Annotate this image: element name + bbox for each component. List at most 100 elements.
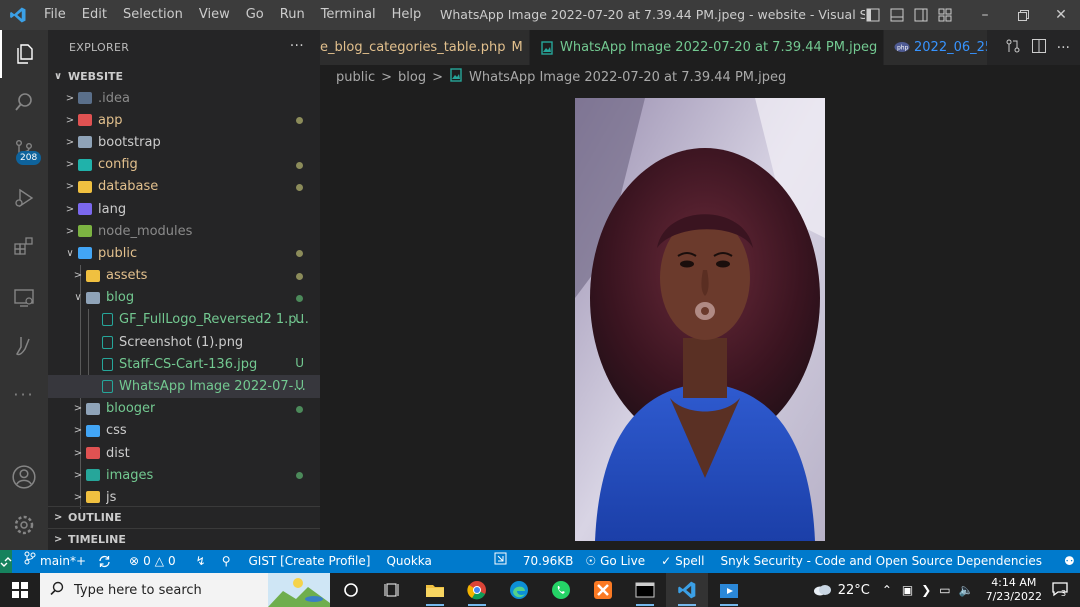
file-item[interactable]: Screenshot (1).png (48, 331, 320, 353)
menu-help[interactable]: Help (384, 0, 430, 30)
chevron-right-icon: > (65, 181, 75, 193)
branch-indicator[interactable]: main*+ (18, 550, 92, 573)
menu-file[interactable]: File (36, 0, 74, 30)
toggle-panel-icon[interactable] (888, 6, 906, 24)
xampp-icon[interactable] (582, 573, 624, 607)
folder-item[interactable]: > css (48, 420, 320, 442)
tab-whatsapp-image[interactable]: WhatsApp Image 2022-07-20 at 7.39.44 PM.… (530, 30, 884, 65)
media-player-icon[interactable] (708, 573, 750, 607)
timeline-section[interactable]: > TIMELINE (48, 528, 320, 550)
whatsapp-icon[interactable] (540, 573, 582, 607)
menu-run[interactable]: Run (272, 0, 313, 30)
menu-selection[interactable]: Selection (115, 0, 191, 30)
tree-item-label: Screenshot (1).png (119, 334, 244, 350)
breadcrumb-public[interactable]: public (336, 70, 375, 85)
task-view-icon[interactable] (372, 573, 414, 607)
more-actions-icon[interactable]: ··· (1057, 40, 1070, 56)
customize-layout-icon[interactable] (936, 6, 954, 24)
menu-go[interactable]: Go (238, 0, 272, 30)
onedrive-icon[interactable]: ▣ (902, 583, 913, 597)
close-window-icon[interactable]: ✕ (1042, 0, 1080, 30)
explorer-more-actions-icon[interactable]: ··· (290, 38, 304, 54)
folder-item[interactable]: > assets (48, 265, 320, 287)
terminal-icon[interactable] (624, 573, 666, 607)
spell-check-button[interactable]: ✓ Spell (655, 550, 710, 573)
folder-item[interactable]: > .idea (48, 87, 320, 109)
settings-gear-icon[interactable] (0, 501, 48, 549)
tab-migration-2022-06-25[interactable]: php 2022_06_25 (884, 30, 988, 65)
temperature[interactable]: 22°C (838, 583, 870, 598)
search-icon[interactable] (0, 78, 48, 126)
folder-item[interactable]: > app (48, 109, 320, 131)
toggle-sidebar-icon[interactable] (864, 6, 882, 24)
open-changes-icon[interactable] (1005, 38, 1021, 58)
folder-item[interactable]: > blooger (48, 398, 320, 420)
chevron-right-icon: > (73, 447, 83, 459)
chevron-right-icon: > (432, 69, 444, 85)
more-views-icon[interactable]: ··· (0, 370, 48, 418)
menu-bar: File Edit Selection View Go Run Terminal Help (36, 0, 429, 30)
testing-icon[interactable] (0, 322, 48, 370)
tab-blog-categories-migration[interactable]: e_blog_categories_table.php M (320, 30, 530, 65)
remote-indicator[interactable] (0, 550, 12, 573)
wifi-icon[interactable]: ❯ (921, 583, 931, 597)
source-control-icon[interactable]: 208 (0, 126, 48, 174)
sync-icon[interactable] (92, 555, 117, 568)
menu-edit[interactable]: Edit (74, 0, 115, 30)
go-live-button[interactable]: ☉ Go Live (579, 550, 651, 573)
folder-item[interactable]: > images (48, 464, 320, 486)
minimize-icon[interactable]: – (966, 0, 1004, 30)
image-binary-size-indicator[interactable]: 70.96KB (488, 550, 579, 573)
vscode-taskbar-icon[interactable] (666, 573, 708, 607)
lightning-icon[interactable]: ↯ (190, 550, 212, 573)
snyk-status[interactable]: Snyk Security - Code and Open Source Dep… (714, 550, 1048, 573)
menu-view[interactable]: View (191, 0, 238, 30)
extensions-icon[interactable] (0, 222, 48, 270)
cortana-icon[interactable] (330, 573, 372, 607)
broadcast-icon: ☉ (585, 554, 597, 568)
toggle-secondary-sidebar-icon[interactable] (912, 6, 930, 24)
explorer-icon[interactable] (0, 30, 48, 78)
image-preview[interactable] (575, 98, 825, 541)
run-debug-icon[interactable] (0, 174, 48, 222)
chevron-up-icon[interactable]: ⌃ (882, 583, 892, 597)
image-file-icon (449, 68, 463, 86)
action-center-icon[interactable]: 3 (1052, 581, 1068, 600)
folder-item[interactable]: > config (48, 154, 320, 176)
file-item[interactable]: WhatsApp Image 2022-07-... U (48, 375, 320, 398)
menu-terminal[interactable]: Terminal (313, 0, 384, 30)
folder-item[interactable]: > dist (48, 442, 320, 464)
windows-start-icon[interactable] (0, 573, 40, 607)
problems-indicator[interactable]: ⊗ 0 △ 0 (123, 550, 182, 573)
folder-item[interactable]: ∨ public (48, 242, 320, 264)
volume-icon[interactable]: 🔈 (959, 583, 974, 597)
gist-create-profile[interactable]: GIST [Create Profile] (242, 550, 376, 573)
battery-icon[interactable]: ▭ (939, 583, 950, 597)
restore-icon[interactable] (1004, 0, 1042, 30)
folder-item[interactable]: > node_modules (48, 220, 320, 242)
breadcrumb-blog[interactable]: blog (398, 70, 426, 85)
clock[interactable]: 4:14 AM 7/23/2022 (976, 576, 1052, 604)
chrome-icon[interactable] (456, 573, 498, 607)
folder-item[interactable]: > lang (48, 198, 320, 220)
remote-explorer-icon[interactable] (0, 274, 48, 322)
folder-item[interactable]: ∨ blog (48, 287, 320, 309)
folder-item[interactable]: > database (48, 176, 320, 198)
file-item[interactable]: Staff-CS-Cart-136.jpg U (48, 353, 320, 375)
breadcrumb-file[interactable]: WhatsApp Image 2022-07-20 at 7.39.44 PM.… (469, 70, 786, 85)
workspace-root[interactable]: ∨ WEBSITE (48, 65, 320, 87)
edge-icon[interactable] (498, 573, 540, 607)
split-editor-icon[interactable] (1031, 38, 1047, 58)
vscode-logo-icon[interactable] (0, 0, 36, 30)
quokka-status[interactable]: Quokka (380, 550, 437, 573)
tree-item-label: app (98, 112, 123, 128)
pin-icon[interactable]: ⚲ (216, 550, 237, 573)
folder-item[interactable]: > bootstrap (48, 131, 320, 153)
accounts-icon[interactable] (0, 453, 48, 501)
feedback-icon[interactable]: ⚉ (1058, 550, 1080, 573)
outline-section[interactable]: > OUTLINE (48, 506, 320, 528)
weather-cloud-icon[interactable] (812, 582, 832, 599)
taskbar-search-input[interactable]: Type here to search (40, 573, 330, 607)
file-item[interactable]: GF_FullLogo_Reversed2 1.p... U (48, 309, 320, 331)
file-explorer-icon[interactable] (414, 573, 456, 607)
